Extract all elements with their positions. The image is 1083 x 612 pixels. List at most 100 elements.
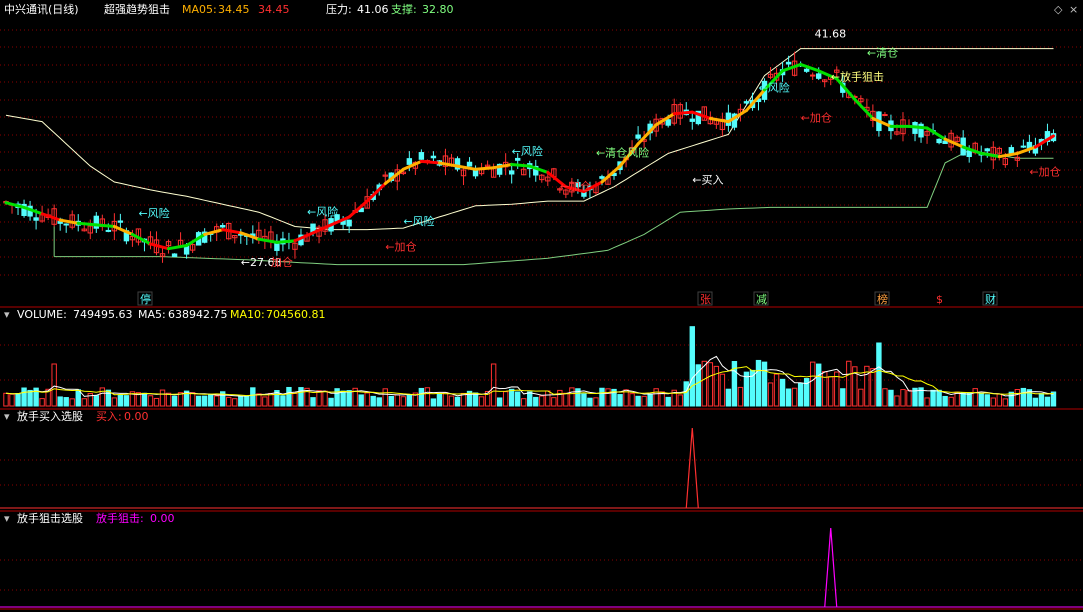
trend-segment bbox=[94, 223, 116, 228]
volume-bar bbox=[394, 394, 401, 407]
trend-segment bbox=[456, 164, 478, 171]
volume-bar bbox=[954, 391, 960, 407]
panel-toggle-icon[interactable]: ▾ bbox=[4, 410, 10, 423]
trend-segment bbox=[474, 166, 496, 171]
candle-body bbox=[1008, 147, 1015, 154]
trend-segment bbox=[492, 163, 514, 170]
volume-bar bbox=[1044, 396, 1051, 407]
trend-segment bbox=[401, 159, 423, 171]
volume-bar bbox=[539, 395, 545, 407]
trend-segment bbox=[167, 244, 189, 251]
trend-segment bbox=[781, 62, 803, 73]
close-icon[interactable]: × bbox=[1069, 3, 1078, 16]
band-line bbox=[5, 48, 1054, 231]
trend-segment bbox=[239, 231, 261, 241]
trend-segment bbox=[185, 232, 207, 248]
volume-bar bbox=[653, 388, 659, 407]
volume-ma-line bbox=[5, 366, 1054, 397]
volume-ma10-value: 704560.81 bbox=[266, 308, 326, 321]
panel-toggle-icon[interactable]: ▾ bbox=[4, 512, 10, 525]
signal-annotation: ←风险 bbox=[759, 80, 790, 94]
candle-body bbox=[816, 73, 822, 79]
candle-body bbox=[1020, 145, 1027, 148]
trend-segment bbox=[347, 199, 369, 219]
candle-body bbox=[33, 217, 39, 221]
trend-segment bbox=[275, 239, 297, 244]
volume-bar bbox=[27, 389, 33, 407]
volume-bar bbox=[882, 388, 888, 407]
volume-bar bbox=[617, 394, 623, 407]
volume-bar bbox=[689, 326, 695, 407]
volume-bar bbox=[587, 397, 593, 407]
buy-value: 0.00 bbox=[124, 410, 149, 423]
volume-bar bbox=[376, 397, 382, 407]
candle-body bbox=[466, 161, 473, 167]
trend-segment bbox=[799, 62, 821, 73]
trend-segment bbox=[58, 218, 80, 225]
stock-name: 中兴通讯(日线) bbox=[4, 2, 79, 16]
volume-bar bbox=[496, 397, 503, 407]
candle-body bbox=[599, 176, 605, 179]
volume-bar bbox=[448, 395, 455, 407]
candle-body bbox=[418, 152, 425, 160]
volume-bar bbox=[605, 388, 611, 407]
volume-bar bbox=[111, 397, 118, 407]
volume-bar bbox=[641, 395, 647, 407]
volume-ma10-label: MA10: bbox=[230, 308, 265, 321]
volume-bar bbox=[779, 378, 786, 407]
signal-annotation: ←加仓 bbox=[1029, 165, 1060, 179]
volume-bar bbox=[1002, 398, 1009, 407]
candle-body bbox=[803, 68, 810, 72]
volume-value: 749495.63 bbox=[73, 308, 133, 321]
event-marker: 停 bbox=[140, 292, 151, 306]
volume-bar bbox=[870, 368, 876, 407]
volume-bar bbox=[1014, 389, 1021, 407]
volume-bar bbox=[322, 390, 328, 407]
trend-segment bbox=[293, 231, 315, 243]
volume-bar bbox=[250, 387, 256, 407]
volume-bar bbox=[232, 398, 238, 407]
signal-annotation: ←加仓 bbox=[385, 239, 416, 253]
candle-body bbox=[665, 119, 671, 126]
candle-body bbox=[171, 253, 178, 257]
volume-bar bbox=[57, 396, 63, 407]
volume-bar bbox=[21, 387, 27, 407]
volume-bar bbox=[207, 394, 214, 407]
event-marker: 张 bbox=[700, 293, 711, 306]
trend-segment bbox=[708, 116, 730, 124]
volume-bar bbox=[894, 395, 900, 407]
volume-bar bbox=[195, 395, 202, 407]
signal-annotation: ←加仓 bbox=[801, 111, 832, 125]
pressure-value: 41.06 bbox=[357, 3, 389, 16]
trend-segment bbox=[979, 151, 1001, 159]
candle-body bbox=[689, 118, 695, 122]
volume-bar bbox=[677, 394, 683, 407]
trend-segment bbox=[40, 212, 62, 222]
panel-toggle-icon[interactable]: ▾ bbox=[4, 308, 10, 321]
volume-bar bbox=[406, 394, 413, 407]
volume-bar bbox=[930, 389, 936, 407]
candle-body bbox=[936, 138, 942, 144]
snipe-panel-title: 放手狙击选股 bbox=[17, 511, 83, 525]
event-marker: 减 bbox=[756, 293, 767, 306]
volume-bar bbox=[665, 396, 671, 407]
volume-bar bbox=[286, 386, 292, 407]
candle-body bbox=[785, 61, 792, 65]
stock-chart[interactable]: ←风险 ←风险←风险←27.68加仓←加仓←风险 ←清仓风险←加仓 ←买入←风险←加仓… bbox=[0, 0, 1083, 612]
signal-annotation: ←放手狙击 bbox=[831, 69, 884, 83]
candle-body bbox=[966, 150, 972, 158]
diamond-icon[interactable]: ◇ bbox=[1054, 3, 1063, 16]
volume-bar bbox=[858, 388, 864, 407]
window-buttons[interactable]: ◇ × bbox=[1054, 3, 1078, 16]
volume-bar bbox=[809, 361, 816, 407]
volume-bar bbox=[990, 397, 996, 407]
candle-body bbox=[809, 74, 816, 77]
signal-annotation: ←买入 bbox=[692, 174, 723, 187]
trend-segment bbox=[528, 164, 550, 174]
volume-bar bbox=[424, 387, 431, 407]
volume-bar bbox=[93, 395, 99, 407]
volume-bar bbox=[244, 395, 250, 407]
candle-body bbox=[472, 169, 479, 177]
volume-bar bbox=[527, 391, 533, 407]
trend-segment bbox=[383, 167, 405, 186]
